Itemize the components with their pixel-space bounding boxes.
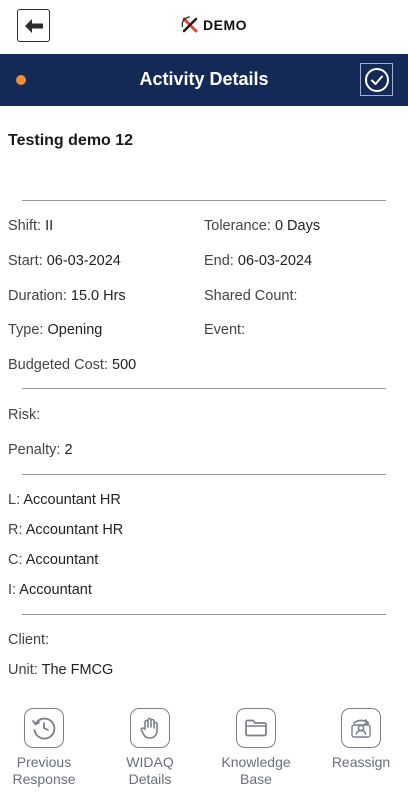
budgeted-cost-label: Budgeted Cost: — [8, 357, 108, 373]
shared-count-field: Shared Count: — [204, 288, 298, 304]
unit-value: The FMCG — [41, 662, 114, 678]
knowledge-base-button[interactable]: Knowledge Base — [206, 708, 306, 788]
shift-field: Shift: II — [8, 218, 53, 234]
budgeted-cost-field: Budgeted Cost: 500 — [8, 357, 136, 373]
previous-response-label: Previous Response — [12, 754, 76, 787]
start-value: 06-03-2024 — [46, 253, 121, 269]
type-value: Opening — [47, 322, 103, 338]
type-field: Type: Opening — [8, 322, 102, 338]
raci-l-value: Accountant HR — [23, 492, 121, 508]
start-field: Start: 06-03-2024 — [8, 253, 121, 269]
duration-value: 15.0 Hrs — [70, 288, 126, 304]
penalty-label: Penalty: — [8, 442, 61, 458]
penalty-field: Penalty: 2 — [8, 442, 73, 458]
reassign-label: Reassign — [331, 754, 391, 770]
reassign-user-icon — [341, 708, 381, 748]
hand-icon — [130, 708, 170, 748]
bottom-nav: Previous Response WIDAQ Details Knowledg… — [0, 700, 408, 800]
shift-label: Shift: — [8, 218, 42, 234]
budgeted-cost-value: 500 — [112, 357, 137, 373]
brand: DEMO — [180, 14, 247, 36]
risk-label: Risk: — [8, 407, 41, 423]
back-button[interactable] — [17, 9, 50, 42]
page-title: Activity Details — [139, 69, 269, 89]
penalty-value: 2 — [64, 442, 73, 458]
raci-i-value: Accountant — [19, 582, 92, 598]
shared-count-label: Shared Count: — [204, 288, 298, 304]
divider — [22, 388, 386, 389]
divider — [22, 200, 386, 201]
raci-c-label: C: — [8, 552, 23, 568]
check-circle-icon — [364, 67, 389, 92]
start-label: Start: — [8, 253, 43, 269]
complete-button[interactable] — [360, 63, 393, 96]
raci-l-label: L: — [8, 492, 21, 508]
unit-label: Unit: — [8, 662, 38, 678]
top-bar: DEMO — [0, 0, 408, 54]
activity-name: Testing demo 12 — [8, 132, 134, 149]
raci-r-value: Accountant HR — [25, 522, 124, 538]
raci-r-label: R: — [8, 522, 23, 538]
event-label: Event: — [204, 322, 246, 338]
divider — [22, 614, 386, 615]
widaq-details-button[interactable]: WIDAQ Details — [100, 708, 200, 788]
brand-name: DEMO — [203, 17, 247, 33]
previous-response-button[interactable]: Previous Response — [0, 708, 94, 788]
page-header: Activity Details — [0, 54, 408, 106]
event-field: Event: — [204, 322, 245, 338]
type-label: Type: — [8, 322, 44, 338]
reassign-button[interactable]: Reassign — [311, 708, 408, 771]
raci-c-field: C: Accountant — [8, 552, 98, 568]
shift-value: II — [45, 218, 54, 234]
duration-field: Duration: 15.0 Hrs — [8, 288, 126, 304]
raci-i-label: I: — [8, 582, 17, 598]
knowledge-base-label: Knowledge Base — [221, 754, 291, 787]
raci-c-value: Accountant — [25, 552, 99, 568]
back-arrow-icon — [24, 18, 43, 33]
raci-i-field: I: Accountant — [8, 582, 92, 598]
client-label: Client: — [8, 632, 50, 648]
unit-field: Unit: The FMCG — [8, 662, 113, 678]
x-logo-icon — [181, 16, 198, 33]
history-clock-icon — [24, 708, 64, 748]
risk-field: Risk: — [8, 407, 40, 423]
tolerance-value: 0 Days — [274, 218, 321, 234]
tolerance-field: Tolerance: 0 Days — [204, 218, 320, 234]
end-field: End: 06-03-2024 — [204, 253, 312, 269]
duration-label: Duration: — [8, 288, 67, 304]
end-label: End: — [204, 253, 234, 269]
client-field: Client: — [8, 632, 49, 648]
raci-r-field: R: Accountant HR — [8, 522, 123, 538]
end-value: 06-03-2024 — [237, 253, 313, 269]
raci-l-field: L: Accountant HR — [8, 492, 121, 508]
tolerance-label: Tolerance: — [204, 218, 271, 234]
widaq-details-label: WIDAQ Details — [126, 754, 174, 787]
folder-icon — [236, 708, 276, 748]
divider — [22, 474, 386, 475]
